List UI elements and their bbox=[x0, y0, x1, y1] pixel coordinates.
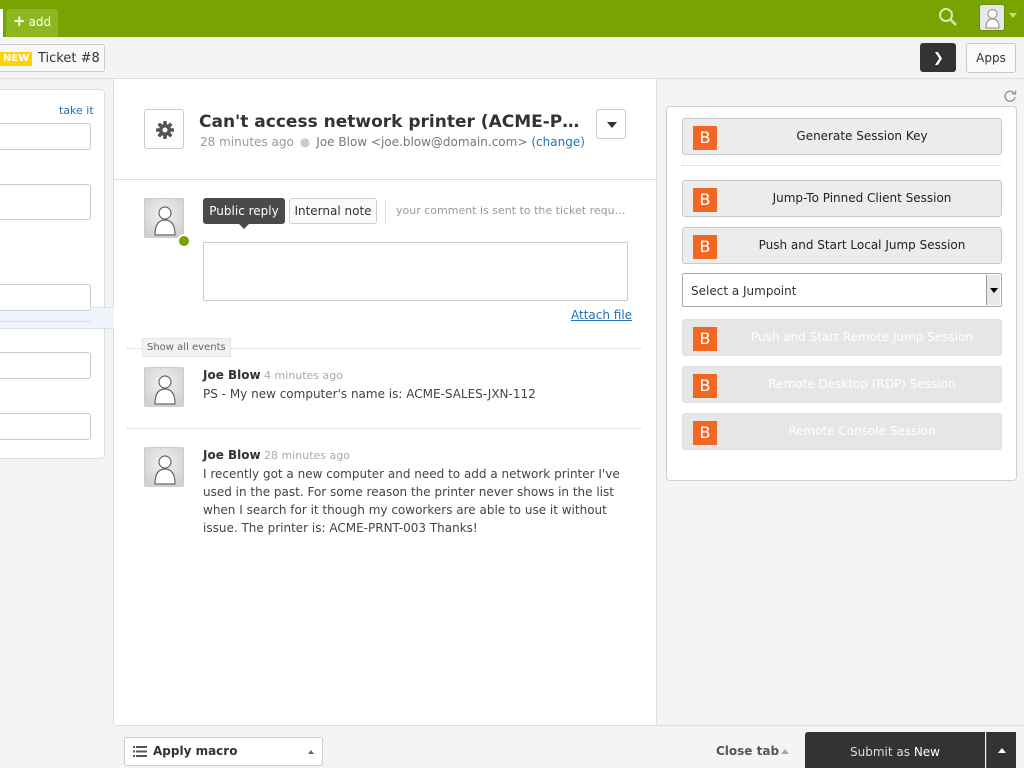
button-label: Remote Console Session bbox=[788, 424, 936, 438]
event-author[interactable]: Joe Blow bbox=[203, 448, 261, 462]
priority-field[interactable] bbox=[0, 352, 91, 379]
user-avatar-icon[interactable] bbox=[979, 4, 1005, 31]
comment-hint: your comment is sent to the ticket reque… bbox=[396, 204, 626, 217]
tags-field[interactable] bbox=[0, 413, 91, 440]
search-icon[interactable] bbox=[938, 7, 958, 27]
change-requester-link[interactable]: (change) bbox=[531, 135, 585, 149]
ticket-footer: Apply macro Close tab Submit as New bbox=[114, 725, 1024, 768]
button-label: Push and Start Local Jump Session bbox=[758, 238, 966, 252]
apply-macro-button[interactable]: Apply macro bbox=[124, 737, 323, 766]
event-author[interactable]: Joe Blow bbox=[203, 368, 261, 382]
type-field[interactable] bbox=[0, 284, 91, 311]
apps-panel: B Generate Session Key B Jump-To Pinned … bbox=[656, 79, 1024, 725]
remote-console-button: B Remote Console Session bbox=[682, 413, 1002, 450]
bomgar-logo-icon: B bbox=[693, 126, 717, 150]
button-label: Generate Session Key bbox=[796, 129, 928, 143]
open-tab-stub[interactable] bbox=[0, 9, 3, 37]
push-remote-jump-button: B Push and Start Remote Jump Session bbox=[682, 319, 1002, 356]
push-local-jump-button[interactable]: B Push and Start Local Jump Session bbox=[682, 227, 1002, 264]
assignee-field[interactable] bbox=[0, 123, 91, 150]
next-ticket-button[interactable]: ❯ bbox=[920, 43, 956, 72]
chevron-right-icon: ❯ bbox=[933, 51, 944, 66]
add-tab-label: add bbox=[28, 15, 52, 29]
ticket-tab-label: Ticket #8 bbox=[38, 51, 100, 66]
online-status-icon bbox=[177, 234, 191, 248]
chevron-down-icon[interactable] bbox=[1009, 13, 1017, 18]
chevron-up-icon bbox=[308, 750, 314, 754]
bomgar-app-card: B Generate Session Key B Jump-To Pinned … bbox=[666, 106, 1017, 481]
attach-file-link[interactable]: Attach file bbox=[571, 308, 632, 322]
list-icon bbox=[133, 746, 147, 757]
submit-prefix: Submit as bbox=[849, 745, 910, 759]
apps-button[interactable]: Apps bbox=[966, 43, 1016, 73]
ticket-tab[interactable]: NEW Ticket #8 bbox=[0, 44, 105, 72]
ticket-properties-panel: take it bbox=[0, 79, 127, 725]
bomgar-logo-icon: B bbox=[693, 235, 717, 259]
close-tab-button[interactable]: Close tab bbox=[716, 744, 779, 758]
event-time: 4 minutes ago bbox=[264, 369, 343, 382]
event-time: 28 minutes ago bbox=[264, 449, 350, 462]
divider bbox=[385, 199, 386, 223]
bomgar-logo-icon: B bbox=[693, 327, 717, 351]
submit-status: New bbox=[913, 745, 940, 759]
button-label: Jump-To Pinned Client Session bbox=[772, 191, 952, 205]
ccs-field[interactable] bbox=[0, 184, 91, 220]
requester: Joe Blow <joe.blow@domain.com> bbox=[316, 135, 528, 149]
submit-button[interactable]: Submit as New bbox=[805, 732, 985, 768]
bomgar-logo-icon: B bbox=[693, 188, 717, 212]
chevron-down-icon[interactable] bbox=[986, 275, 1000, 305]
internal-note-tab[interactable]: Internal note bbox=[289, 198, 377, 224]
jumpoint-select[interactable]: Select a Jumpoint bbox=[682, 273, 1002, 307]
divider bbox=[127, 428, 642, 429]
ticket-meta: 28 minutes ago ● Joe Blow <joe.blow@domain… bbox=[200, 135, 585, 149]
status-badge: NEW bbox=[0, 52, 33, 66]
refresh-icon[interactable] bbox=[1003, 89, 1017, 103]
button-label: Push and Start Remote Jump Session bbox=[751, 330, 973, 344]
jump-to-pinned-session-button[interactable]: B Jump-To Pinned Client Session bbox=[682, 180, 1002, 217]
chevron-up-icon[interactable] bbox=[781, 749, 789, 754]
button-label: Remote Desktop (RDP) Session bbox=[768, 377, 956, 391]
divider bbox=[682, 165, 1002, 166]
author-avatar bbox=[144, 447, 184, 487]
ticket-actions-dropdown[interactable] bbox=[596, 109, 626, 139]
remote-desktop-button: B Remote Desktop (RDP) Session bbox=[682, 366, 1002, 403]
event-body: PS - My new computer's name is: ACME-SAL… bbox=[203, 387, 536, 401]
event-body: I recently got a new computer and need t… bbox=[203, 467, 620, 535]
submit-options-dropdown[interactable] bbox=[986, 732, 1016, 768]
bomgar-logo-icon: B bbox=[693, 421, 717, 445]
bomgar-logo-icon: B bbox=[693, 374, 717, 398]
divider bbox=[0, 321, 91, 322]
apply-macro-label: Apply macro bbox=[153, 744, 238, 758]
divider bbox=[114, 179, 656, 180]
comment-textarea[interactable] bbox=[203, 242, 628, 301]
plus-icon: + bbox=[13, 12, 26, 30]
ticket-title[interactable]: Can't access network printer (ACME-PRNT-… bbox=[199, 112, 589, 132]
author-avatar bbox=[144, 367, 184, 407]
separator-dot: ● bbox=[299, 135, 311, 149]
gear-icon bbox=[156, 121, 174, 139]
ticket-tab-bar: NEW Ticket #8 bbox=[0, 37, 1024, 79]
ticket-conversation: Can't access network printer (ACME-PRNT-… bbox=[114, 79, 656, 725]
top-navbar: + add bbox=[0, 0, 1024, 37]
ticket-options-button[interactable] bbox=[144, 109, 184, 149]
take-it-link[interactable]: take it bbox=[59, 104, 94, 117]
agent-avatar bbox=[144, 198, 184, 238]
show-all-events-button[interactable]: Show all events bbox=[142, 338, 231, 357]
public-reply-tab[interactable]: Public reply bbox=[203, 198, 285, 229]
add-tab-button[interactable]: + add bbox=[6, 9, 58, 37]
jumpoint-selected-value: Select a Jumpoint bbox=[691, 284, 797, 298]
ticket-created-time: 28 minutes ago bbox=[200, 135, 294, 149]
generate-session-key-button[interactable]: B Generate Session Key bbox=[682, 118, 1002, 155]
